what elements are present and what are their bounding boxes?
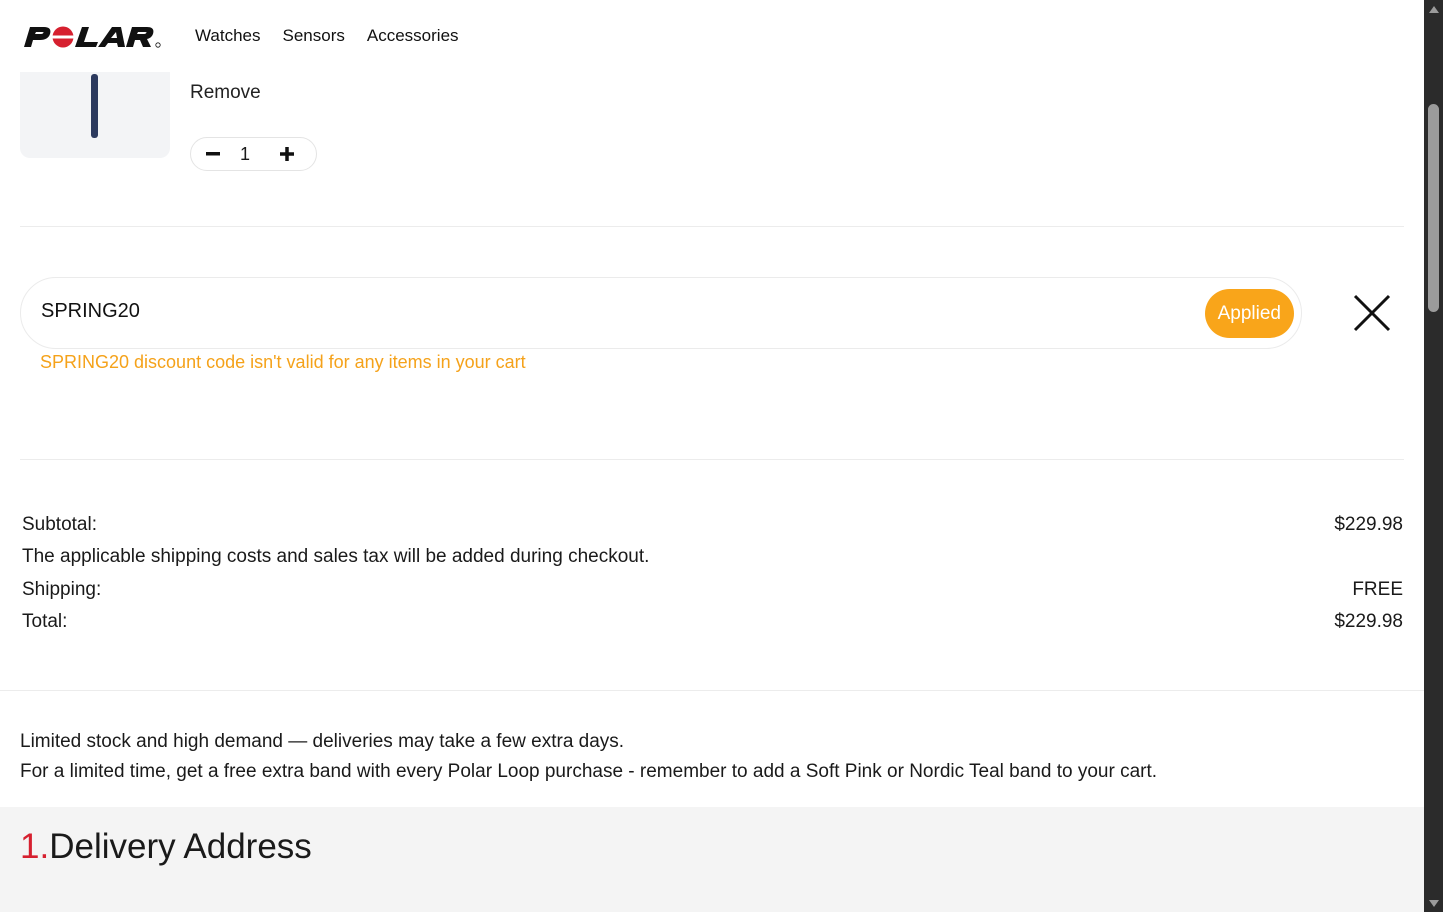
total-row: Total: $229.98 xyxy=(22,611,1403,633)
total-label: Total: xyxy=(22,611,68,632)
shipping-note-row: The applicable shipping costs and sales … xyxy=(22,546,1403,568)
stock-notice: Limited stock and high demand — deliveri… xyxy=(20,731,625,752)
step-number: 1. xyxy=(20,827,50,866)
triangle-down-icon xyxy=(1428,899,1439,907)
promo-notice: For a limited time, get a free extra ban… xyxy=(20,761,1158,782)
total-value: $229.98 xyxy=(1334,611,1403,632)
vertical-scrollbar[interactable] xyxy=(1424,0,1443,912)
product-band-image xyxy=(91,74,98,138)
close-icon xyxy=(1353,294,1391,332)
nav-item-accessories[interactable]: Accessories xyxy=(367,26,459,46)
product-thumbnail[interactable] xyxy=(20,66,170,158)
page: Watches Sensors Accessories Remove 1 App… xyxy=(0,0,1424,912)
delivery-heading: 1.Delivery Address xyxy=(20,827,312,867)
shipping-label: Shipping: xyxy=(22,579,102,600)
subtotal-value: $229.98 xyxy=(1334,514,1403,535)
quantity-stepper: 1 xyxy=(190,137,317,171)
quantity-value: 1 xyxy=(239,143,250,164)
delivery-title: Delivery Address xyxy=(49,827,312,866)
main-nav: Watches Sensors Accessories xyxy=(195,26,459,46)
section-divider xyxy=(20,459,1404,460)
subtotal-label: Subtotal: xyxy=(22,514,97,535)
discount-code-input[interactable] xyxy=(41,300,841,323)
section-divider xyxy=(20,226,1404,227)
discount-code-field: Applied xyxy=(20,277,1302,349)
shipping-row: Shipping: FREE xyxy=(22,579,1403,601)
nav-item-watches[interactable]: Watches xyxy=(195,26,261,46)
decrement-button[interactable] xyxy=(191,137,235,171)
scroll-up-arrow[interactable] xyxy=(1424,0,1443,18)
shipping-note: The applicable shipping costs and sales … xyxy=(22,546,650,567)
scrollbar-thumb[interactable] xyxy=(1428,104,1439,312)
subtotal-row: Subtotal: $229.98 xyxy=(22,514,1403,536)
delivery-address-section: 1.Delivery Address xyxy=(0,807,1424,912)
applied-button[interactable]: Applied xyxy=(1204,289,1294,338)
increment-button[interactable] xyxy=(265,137,309,171)
plus-icon xyxy=(280,147,294,161)
scroll-down-arrow[interactable] xyxy=(1424,894,1443,912)
nav-item-sensors[interactable]: Sensors xyxy=(283,26,345,46)
clear-discount-button[interactable] xyxy=(1353,294,1391,332)
minus-icon xyxy=(206,152,220,156)
discount-error-message: SPRING20 discount code isn't valid for a… xyxy=(40,352,526,372)
remove-item-button[interactable]: Remove xyxy=(190,82,261,104)
shipping-value: FREE xyxy=(1352,579,1403,600)
polar-logo[interactable] xyxy=(22,24,162,50)
triangle-up-icon xyxy=(1428,5,1439,13)
page-divider xyxy=(0,690,1424,691)
site-header: Watches Sensors Accessories xyxy=(0,0,1424,72)
polar-logo-mark xyxy=(24,26,161,48)
